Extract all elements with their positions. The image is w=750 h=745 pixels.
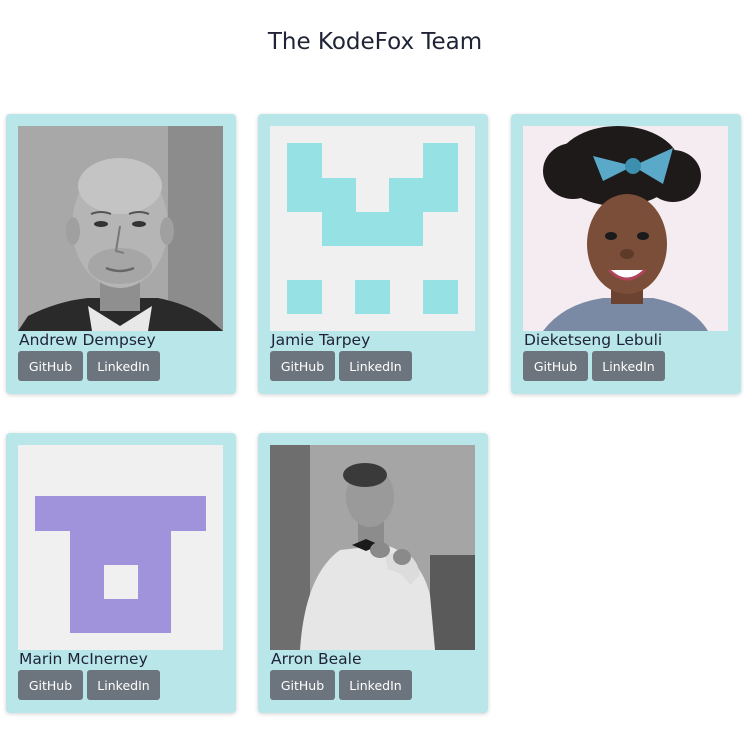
- member-links: GitHub LinkedIn: [18, 351, 160, 381]
- member-photo: [270, 445, 475, 650]
- github-button[interactable]: GitHub: [270, 670, 335, 700]
- team-member-card: Arron Beale GitHub LinkedIn: [258, 433, 488, 713]
- member-name: Jamie Tarpey: [271, 331, 371, 349]
- team-member-card: Jamie Tarpey GitHub LinkedIn: [258, 114, 488, 394]
- member-name: Arron Beale: [271, 650, 362, 668]
- linkedin-button[interactable]: LinkedIn: [592, 351, 665, 381]
- github-button[interactable]: GitHub: [18, 670, 83, 700]
- member-links: GitHub LinkedIn: [270, 670, 412, 700]
- member-name: Andrew Dempsey: [19, 331, 156, 349]
- member-links: GitHub LinkedIn: [270, 351, 412, 381]
- member-links: GitHub LinkedIn: [18, 670, 160, 700]
- team-member-card: Marin McInerney GitHub LinkedIn: [6, 433, 236, 713]
- github-button[interactable]: GitHub: [270, 351, 335, 381]
- linkedin-button[interactable]: LinkedIn: [87, 351, 160, 381]
- member-photo: [523, 126, 728, 331]
- member-photo: [18, 126, 223, 331]
- team-member-card: Dieketseng Lebuli GitHub LinkedIn: [511, 114, 741, 394]
- linkedin-button[interactable]: LinkedIn: [339, 670, 412, 700]
- github-button[interactable]: GitHub: [523, 351, 588, 381]
- page-title: The KodeFox Team: [267, 29, 483, 55]
- member-identicon: [270, 126, 475, 331]
- github-button[interactable]: GitHub: [18, 351, 83, 381]
- member-name: Marin McInerney: [19, 650, 148, 668]
- member-identicon: [18, 445, 223, 650]
- linkedin-button[interactable]: LinkedIn: [87, 670, 160, 700]
- linkedin-button[interactable]: LinkedIn: [339, 351, 412, 381]
- team-member-card: Andrew Dempsey GitHub LinkedIn: [6, 114, 236, 394]
- member-name: Dieketseng Lebuli: [524, 331, 663, 349]
- member-links: GitHub LinkedIn: [523, 351, 665, 381]
